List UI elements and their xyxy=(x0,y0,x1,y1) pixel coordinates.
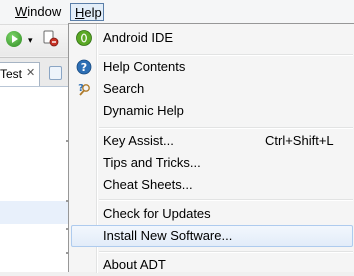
menu-window[interactable]: Window xyxy=(11,3,65,21)
menu-item-tips-and-tricks[interactable]: Tips and Tricks... xyxy=(71,152,353,174)
menu-help[interactable]: Help xyxy=(70,3,104,21)
search-help-icon: ? xyxy=(78,83,90,96)
android-ide-icon xyxy=(76,30,92,46)
editor-area[interactable] xyxy=(0,87,69,272)
file-tab-icon[interactable] xyxy=(49,66,62,80)
editor-tab-label: Test xyxy=(0,67,23,81)
editor-tab[interactable]: Test ✕ xyxy=(0,62,40,86)
menu-item-about-adt[interactable]: About ADT xyxy=(71,254,353,276)
help-contents-icon: ? xyxy=(76,59,92,75)
menu-help-label: elp xyxy=(84,5,102,20)
menu-item-label: Key Assist... xyxy=(103,133,174,148)
menu-separator xyxy=(99,251,353,253)
menu-separator xyxy=(99,127,353,129)
debug-icon[interactable] xyxy=(43,30,59,48)
menu-help-mnemonic: H xyxy=(75,5,85,20)
menu-separator xyxy=(99,199,353,201)
menu-item-label: Cheat Sheets... xyxy=(103,177,193,192)
run-icon[interactable] xyxy=(6,31,22,47)
menu-item-check-for-updates[interactable]: Check for Updates xyxy=(71,203,353,225)
menu-item-label: Tips and Tricks... xyxy=(103,155,201,170)
menu-item-search[interactable]: ? Search xyxy=(71,78,353,100)
menu-item-dynamic-help[interactable]: Dynamic Help xyxy=(71,100,353,122)
menu-item-label: Help Contents xyxy=(103,59,186,74)
svg-text:?: ? xyxy=(81,61,87,74)
menu-item-cheat-sheets[interactable]: Cheat Sheets... xyxy=(71,174,353,196)
close-icon[interactable]: ✕ xyxy=(26,66,35,80)
run-dropdown-icon[interactable]: ▾ xyxy=(28,36,33,45)
menu-bar: Window Help xyxy=(0,0,354,25)
menu-item-android-ide[interactable]: Android IDE xyxy=(71,27,353,49)
menu-window-mnemonic: W xyxy=(15,4,28,19)
menu-item-label: About ADT xyxy=(103,257,166,272)
menu-item-label: Dynamic Help xyxy=(103,103,184,118)
menu-item-install-new-software[interactable]: Install New Software... xyxy=(71,225,353,247)
menu-item-label: Install New Software... xyxy=(103,228,233,243)
menu-item-shortcut: Ctrl+Shift+L xyxy=(265,133,334,148)
help-dropdown-menu: Android IDE ? Help Contents ? Search Dyn… xyxy=(68,23,354,273)
menu-item-key-assist[interactable]: Key Assist... Ctrl+Shift+L xyxy=(71,130,353,152)
editor-current-line xyxy=(0,201,69,224)
menu-window-label: indow xyxy=(27,4,62,19)
menu-item-help-contents[interactable]: ? Help Contents xyxy=(71,56,353,78)
menu-item-label: Android IDE xyxy=(103,30,174,45)
menu-separator xyxy=(99,54,353,56)
menu-item-label: Search xyxy=(103,81,145,96)
menu-item-label: Check for Updates xyxy=(103,206,211,221)
